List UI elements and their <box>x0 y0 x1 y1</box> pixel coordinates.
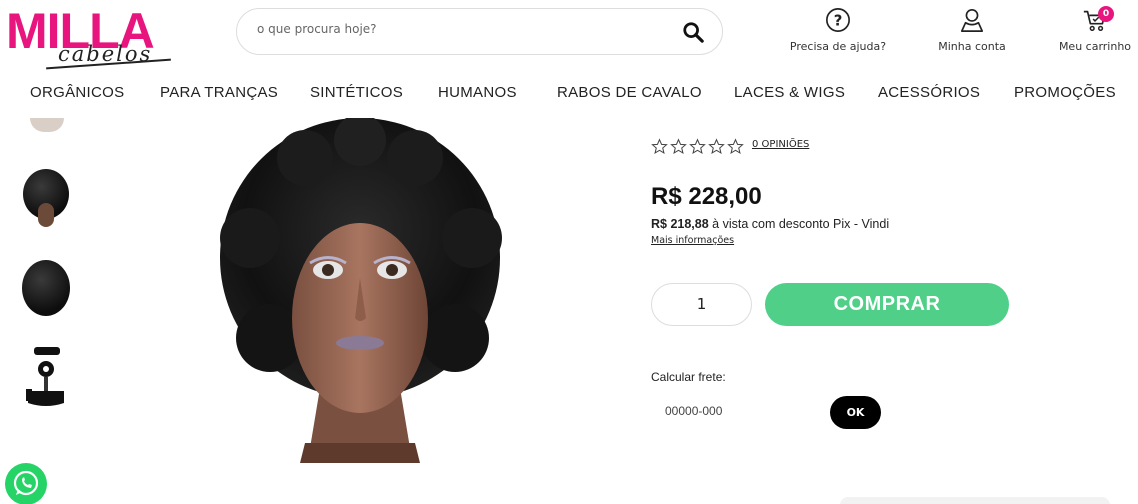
nav-item-para-trancas[interactable]: PARA TRANÇAS <box>160 84 278 101</box>
star-icon <box>708 138 725 155</box>
thumbnail-3[interactable] <box>20 258 72 320</box>
nav-item-humanos[interactable]: HUMANOS <box>438 84 517 101</box>
star-icon <box>689 138 706 155</box>
nav-item-sinteticos[interactable]: SINTÉTICOS <box>310 84 403 101</box>
svg-text:?: ? <box>834 12 843 30</box>
pix-price: R$ 218,88 <box>651 217 709 231</box>
star-icon <box>670 138 687 155</box>
cart-link[interactable]: 0 Meu carrinho <box>1052 6 1138 53</box>
clamp-stand-image <box>26 347 64 406</box>
nav-item-organicos[interactable]: ORGÂNICOS <box>30 84 124 101</box>
search-box <box>236 8 723 55</box>
help-icon: ? <box>826 8 850 32</box>
whatsapp-icon <box>13 470 39 496</box>
cart-label: Meu carrinho <box>1058 40 1132 53</box>
rating-stars[interactable] <box>651 138 744 155</box>
logo[interactable]: MILLA cabelos <box>6 6 171 70</box>
nav-item-acessorios[interactable]: ACESSÓRIOS <box>878 84 980 101</box>
star-icon <box>727 138 744 155</box>
shipping-label: Calcular frete: <box>651 370 726 384</box>
nav-item-laces-wigs[interactable]: LACES & WIGS <box>734 84 845 101</box>
pix-price-line: R$ 218,88 à vista com desconto Pix - Vin… <box>651 217 889 231</box>
search-icon[interactable] <box>682 21 704 43</box>
star-icon <box>651 138 668 155</box>
nav-item-rabos-de-cavalo[interactable]: RABOS DE CAVALO <box>557 84 702 101</box>
buy-button[interactable]: COMPRAR <box>765 283 1009 326</box>
user-icon <box>960 8 984 32</box>
reviews-link[interactable]: 0 OPINIÕES <box>752 139 809 150</box>
account-label: Minha conta <box>938 40 1006 53</box>
whatsapp-button[interactable] <box>5 463 47 504</box>
quantity-input[interactable]: 1 <box>651 283 752 326</box>
bottom-panel-edge <box>840 497 1110 504</box>
cep-field[interactable]: 00000-000 <box>665 404 722 418</box>
help-link[interactable]: ? Precisa de ajuda? <box>788 6 888 53</box>
cart-count-badge: 0 <box>1098 6 1114 22</box>
help-label: Precisa de ajuda? <box>789 40 887 53</box>
product-price: R$ 228,00 <box>651 183 762 210</box>
ok-button[interactable]: OK <box>830 396 881 429</box>
search-input[interactable] <box>257 22 657 36</box>
main-nav: ORGÂNICOS PARA TRANÇAS SINTÉTICOS HUMANO… <box>0 84 1138 106</box>
thumbnail-2[interactable] <box>20 165 72 230</box>
more-info-link[interactable]: Mais informações <box>651 235 734 246</box>
account-link[interactable]: Minha conta <box>932 6 1012 53</box>
thumbnail-4[interactable] <box>20 345 72 413</box>
product-main-image <box>220 118 502 504</box>
pix-text: à vista com desconto Pix - Vindi <box>708 217 890 231</box>
thumbnail-1[interactable] <box>20 118 72 134</box>
nav-item-promocoes[interactable]: PROMOÇÕES <box>1014 84 1116 101</box>
